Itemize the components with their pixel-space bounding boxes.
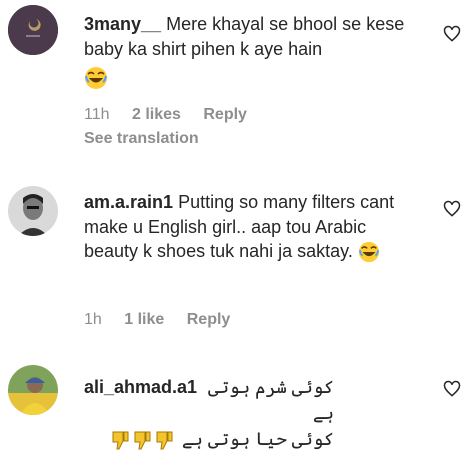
comment-meta: 11h 2 likes Reply [84, 106, 265, 124]
comment-meta: 1h 1 like Reply [84, 311, 248, 329]
comment-item: am.a.rain1 Putting so many filters cant … [0, 170, 476, 340]
comment-username[interactable]: ali_ahmad.a1 [84, 374, 197, 426]
avatar[interactable] [8, 186, 58, 236]
avatar-image [8, 186, 58, 236]
comment-text: am.a.rain1 Putting so many filters cant … [84, 190, 424, 264]
see-translation-link[interactable]: See translation [84, 130, 199, 148]
likes-count[interactable]: 1 like [124, 311, 164, 328]
comment-username[interactable]: am.a.rain1 [84, 192, 173, 212]
avatar[interactable] [8, 5, 58, 55]
likes-count[interactable]: 2 likes [132, 106, 181, 123]
heart-icon[interactable] [442, 24, 462, 44]
comment-item: ali_ahmad.a1 کوئی شرم ہوتی ہے کوئی حیا ہ… [0, 355, 476, 450]
thumbs-down-icons [110, 426, 176, 452]
avatar-image [8, 5, 58, 55]
avatar-image [8, 365, 58, 415]
reply-button[interactable]: Reply [187, 311, 231, 328]
comment-username[interactable]: 3many__ [84, 14, 161, 34]
comment-text: 3many__ Mere khayal se bhool se kese bab… [84, 12, 424, 90]
heart-icon[interactable] [442, 379, 462, 399]
heart-icon[interactable] [442, 199, 462, 219]
comment-time: 1h [84, 311, 102, 328]
comment-text: ali_ahmad.a1 کوئی شرم ہوتی ہے کوئی حیا ہ… [84, 374, 334, 452]
comment-body-line2: کوئی حیا ہوتی ہے [181, 429, 334, 449]
comment-body-line1: کوئی شرم ہوتی ہے [207, 377, 334, 423]
comment-time: 11h [84, 106, 110, 123]
avatar[interactable] [8, 365, 58, 415]
emoji-laughing-icon [358, 241, 380, 263]
emoji-laughing-icon [84, 65, 424, 90]
reply-button[interactable]: Reply [203, 106, 247, 123]
comment-item: 3many__ Mere khayal se bhool se kese bab… [0, 0, 476, 160]
